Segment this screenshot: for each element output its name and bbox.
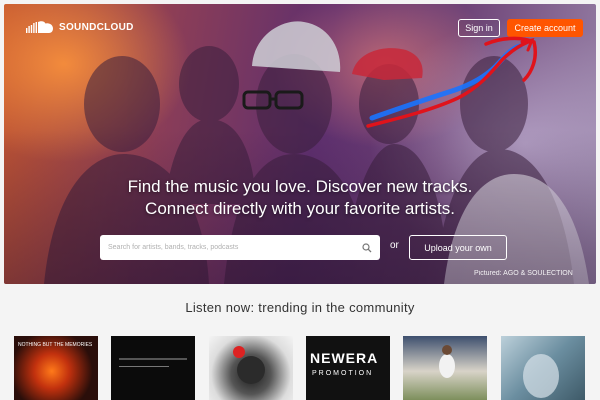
artwork-tile-3[interactable] bbox=[209, 336, 293, 400]
upload-your-own-button[interactable]: Upload your own bbox=[409, 235, 507, 260]
artwork-tile-6[interactable] bbox=[501, 336, 585, 400]
artwork-6-art bbox=[523, 354, 559, 398]
artwork-3-art bbox=[233, 346, 265, 384]
hero-tagline: Find the music you love. Discover new tr… bbox=[4, 176, 596, 220]
artwork-2-art bbox=[119, 358, 187, 367]
artwork-5-art bbox=[439, 345, 455, 378]
soundcloud-logo[interactable]: SOUNDCLOUD bbox=[26, 20, 134, 34]
search-placeholder: Search for artists, bands, tracks, podca… bbox=[108, 244, 239, 251]
artwork-4-subtext: PROMOTION bbox=[312, 370, 374, 377]
artwork-tile-5[interactable] bbox=[403, 336, 487, 400]
trending-artwork-row: NOTHING BUT THE MEMORIES NEWERA PROMOTIO… bbox=[14, 336, 586, 400]
tagline-line-1: Find the music you love. Discover new tr… bbox=[127, 177, 473, 196]
artwork-4-text: NEWERA bbox=[310, 350, 379, 366]
search-input[interactable]: Search for artists, bands, tracks, podca… bbox=[100, 235, 380, 260]
tagline-line-2: Connect directly with your favorite arti… bbox=[145, 199, 455, 218]
soundcloud-landing-page: SOUNDCLOUD Sign in Create account Find t… bbox=[0, 0, 600, 400]
photo-credit: Pictured: AGO & SOULECTION bbox=[474, 270, 573, 277]
artwork-tile-2[interactable] bbox=[111, 336, 195, 400]
search-icon[interactable] bbox=[362, 242, 372, 253]
hero-banner: SOUNDCLOUD Sign in Create account Find t… bbox=[4, 4, 596, 284]
or-label: or bbox=[390, 240, 399, 251]
trending-heading: Listen now: trending in the community bbox=[185, 300, 415, 315]
soundcloud-logo-icon bbox=[26, 21, 53, 33]
artwork-tile-1[interactable]: NOTHING BUT THE MEMORIES bbox=[14, 336, 98, 400]
sign-in-button[interactable]: Sign in bbox=[458, 19, 500, 37]
artwork-1-text: NOTHING BUT THE MEMORIES bbox=[18, 342, 93, 348]
logo-text: SOUNDCLOUD bbox=[59, 21, 134, 33]
create-account-button[interactable]: Create account bbox=[507, 19, 583, 37]
artwork-tile-4[interactable]: NEWERA PROMOTION bbox=[306, 336, 390, 400]
